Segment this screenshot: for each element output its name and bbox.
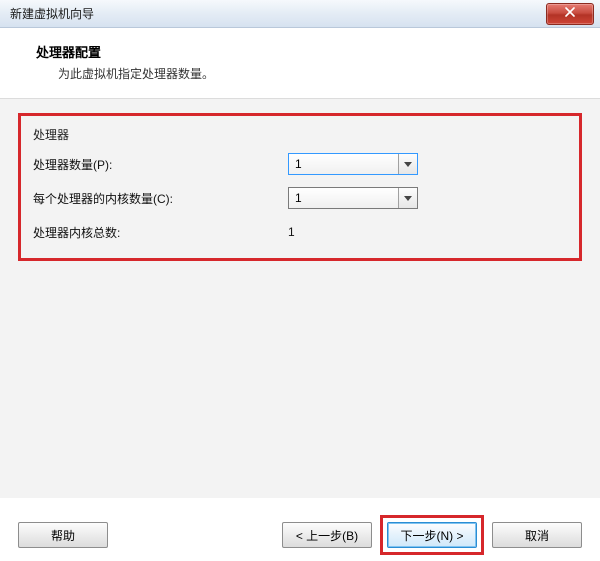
dropdown-value: 1: [295, 191, 302, 205]
chevron-down-icon: [398, 154, 417, 174]
dropdown-value: 1: [295, 157, 302, 171]
close-icon: [565, 7, 575, 20]
dropdown-processor-count[interactable]: 1: [288, 153, 418, 175]
content-area: 处理器 处理器数量(P): 1 每个处理器的内核数量(C): 1: [0, 98, 600, 498]
row-cores-per-processor: 每个处理器的内核数量(C): 1: [33, 187, 567, 209]
dropdown-cores-per-processor[interactable]: 1: [288, 187, 418, 209]
titlebar: 新建虚拟机向导: [0, 0, 600, 28]
label-processor-count: 处理器数量(P):: [33, 156, 288, 173]
next-button[interactable]: 下一步(N) >: [387, 522, 477, 548]
page-subtitle: 为此虚拟机指定处理器数量。: [36, 65, 596, 82]
window-title: 新建虚拟机向导: [10, 5, 94, 22]
label-cores-per-processor: 每个处理器的内核数量(C):: [33, 190, 288, 207]
next-highlight: 下一步(N) >: [380, 515, 484, 555]
label-total-cores: 处理器内核总数:: [33, 224, 288, 241]
button-bar: 帮助 < 上一步(B) 下一步(N) > 取消: [0, 515, 600, 555]
cancel-button[interactable]: 取消: [492, 522, 582, 548]
group-label-processors: 处理器: [33, 126, 567, 143]
highlight-box: 处理器 处理器数量(P): 1 每个处理器的内核数量(C): 1: [18, 113, 582, 261]
back-button[interactable]: < 上一步(B): [282, 522, 372, 548]
cancel-button-label: 取消: [525, 527, 549, 544]
header-panel: 处理器配置 为此虚拟机指定处理器数量。: [0, 28, 600, 98]
next-button-label: 下一步(N) >: [400, 527, 463, 544]
help-button-label: 帮助: [51, 527, 75, 544]
wizard-window: 新建虚拟机向导 处理器配置 为此虚拟机指定处理器数量。 处理器 处理器数量(P)…: [0, 0, 600, 561]
page-title: 处理器配置: [36, 42, 596, 61]
row-processor-count: 处理器数量(P): 1: [33, 153, 567, 175]
close-button[interactable]: [546, 3, 594, 25]
chevron-down-icon: [398, 188, 417, 208]
row-total-cores: 处理器内核总数: 1: [33, 221, 567, 243]
help-button[interactable]: 帮助: [18, 522, 108, 548]
value-total-cores: 1: [288, 225, 295, 239]
back-button-label: < 上一步(B): [296, 527, 358, 544]
